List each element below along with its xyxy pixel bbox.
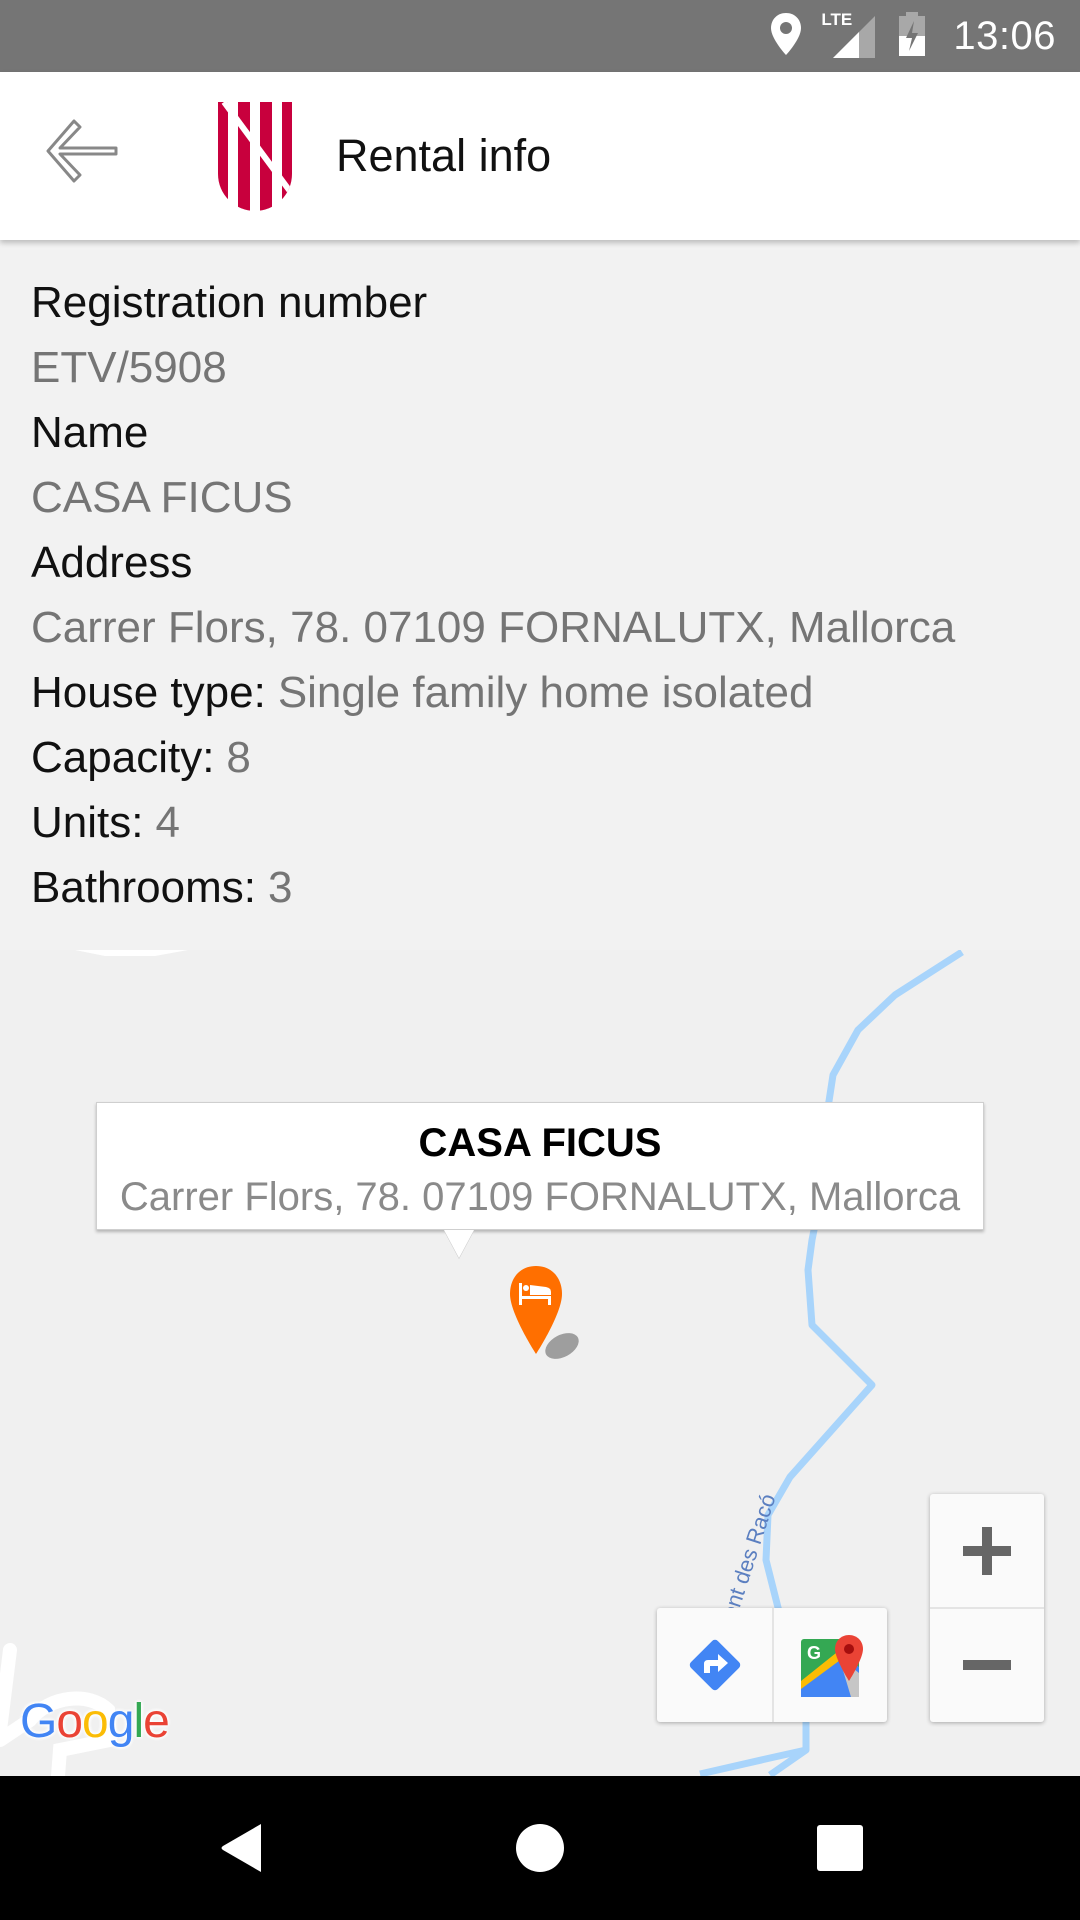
recents-square-icon <box>817 1825 863 1871</box>
capacity-row: Capacity: 8 <box>31 725 1080 790</box>
bathrooms-value: 3 <box>267 863 293 912</box>
map-toolbar: G <box>657 1608 887 1722</box>
nav-home-button[interactable] <box>504 1812 576 1884</box>
name-label: Name <box>31 408 149 457</box>
nav-back-button[interactable] <box>205 1812 277 1884</box>
location-icon <box>769 12 803 61</box>
minus-icon <box>963 1659 1011 1670</box>
system-navigation-bar <box>0 1776 1080 1920</box>
zoom-controls <box>930 1494 1044 1722</box>
name-value: CASA FICUS <box>31 473 293 522</box>
rental-marker[interactable] <box>504 1264 594 1364</box>
nav-recents-button[interactable] <box>804 1812 876 1884</box>
arrow-left-icon <box>42 115 122 192</box>
map-view[interactable]: Torrent des Racó CASA FICUS Carrer Flors… <box>0 950 1080 1776</box>
home-circle-icon <box>516 1824 564 1872</box>
bathrooms-row: Bathrooms: 3 <box>31 855 1080 920</box>
units-row: Units: 4 <box>31 790 1080 855</box>
battery-charging-icon <box>897 11 927 62</box>
house-type-label: House type: <box>31 668 266 717</box>
info-window-title: CASA FICUS <box>418 1121 662 1165</box>
units-label: Units: <box>31 798 144 847</box>
rental-details: Registration number ETV/5908 Name CASA F… <box>0 240 1080 950</box>
zoom-in-button[interactable] <box>930 1494 1044 1607</box>
info-window-address: Carrer Flors, 78. 07109 FORNALUTX, Mallo… <box>119 1175 961 1219</box>
road <box>0 1643 17 1737</box>
page-title: Rental info <box>336 130 552 181</box>
zoom-out-button[interactable] <box>930 1607 1044 1720</box>
registration-number-label: Registration number <box>31 278 428 327</box>
address-value: Carrer Flors, 78. 07109 FORNALUTX, Mallo… <box>31 603 956 652</box>
open-in-maps-button[interactable]: G <box>772 1608 887 1722</box>
back-button[interactable] <box>36 112 128 194</box>
directions-button[interactable] <box>657 1608 772 1722</box>
directions-icon <box>689 1639 740 1691</box>
back-triangle-icon <box>221 1824 261 1872</box>
house-type-row: House type: Single family home isolated <box>31 660 1080 725</box>
registration-number-value: ETV/5908 <box>31 343 227 392</box>
govern-illes-balears-logo <box>218 102 292 212</box>
house-type-value: Single family home isolated <box>277 668 814 717</box>
network-label: LTE <box>821 10 853 29</box>
road <box>75 950 188 956</box>
status-bar: LTE 13:06 <box>0 0 1080 72</box>
capacity-label: Capacity: <box>31 733 215 782</box>
svg-text:G: G <box>807 1643 821 1663</box>
info-window[interactable]: CASA FICUS Carrer Flors, 78. 07109 FORNA… <box>96 1102 984 1230</box>
units-value: 4 <box>155 798 180 847</box>
google-attribution-logo: Google <box>20 1695 170 1748</box>
google-maps-icon: G <box>800 1635 863 1697</box>
address-label: Address <box>31 538 193 587</box>
bathrooms-label: Bathrooms: <box>31 863 256 912</box>
plus-icon <box>963 1526 1011 1575</box>
lte-signal-icon: LTE <box>821 10 879 60</box>
app-bar: Rental info <box>0 72 1080 240</box>
info-window-pointer <box>444 1230 474 1258</box>
status-time: 13:06 <box>953 13 1056 58</box>
capacity-value: 8 <box>226 733 251 782</box>
